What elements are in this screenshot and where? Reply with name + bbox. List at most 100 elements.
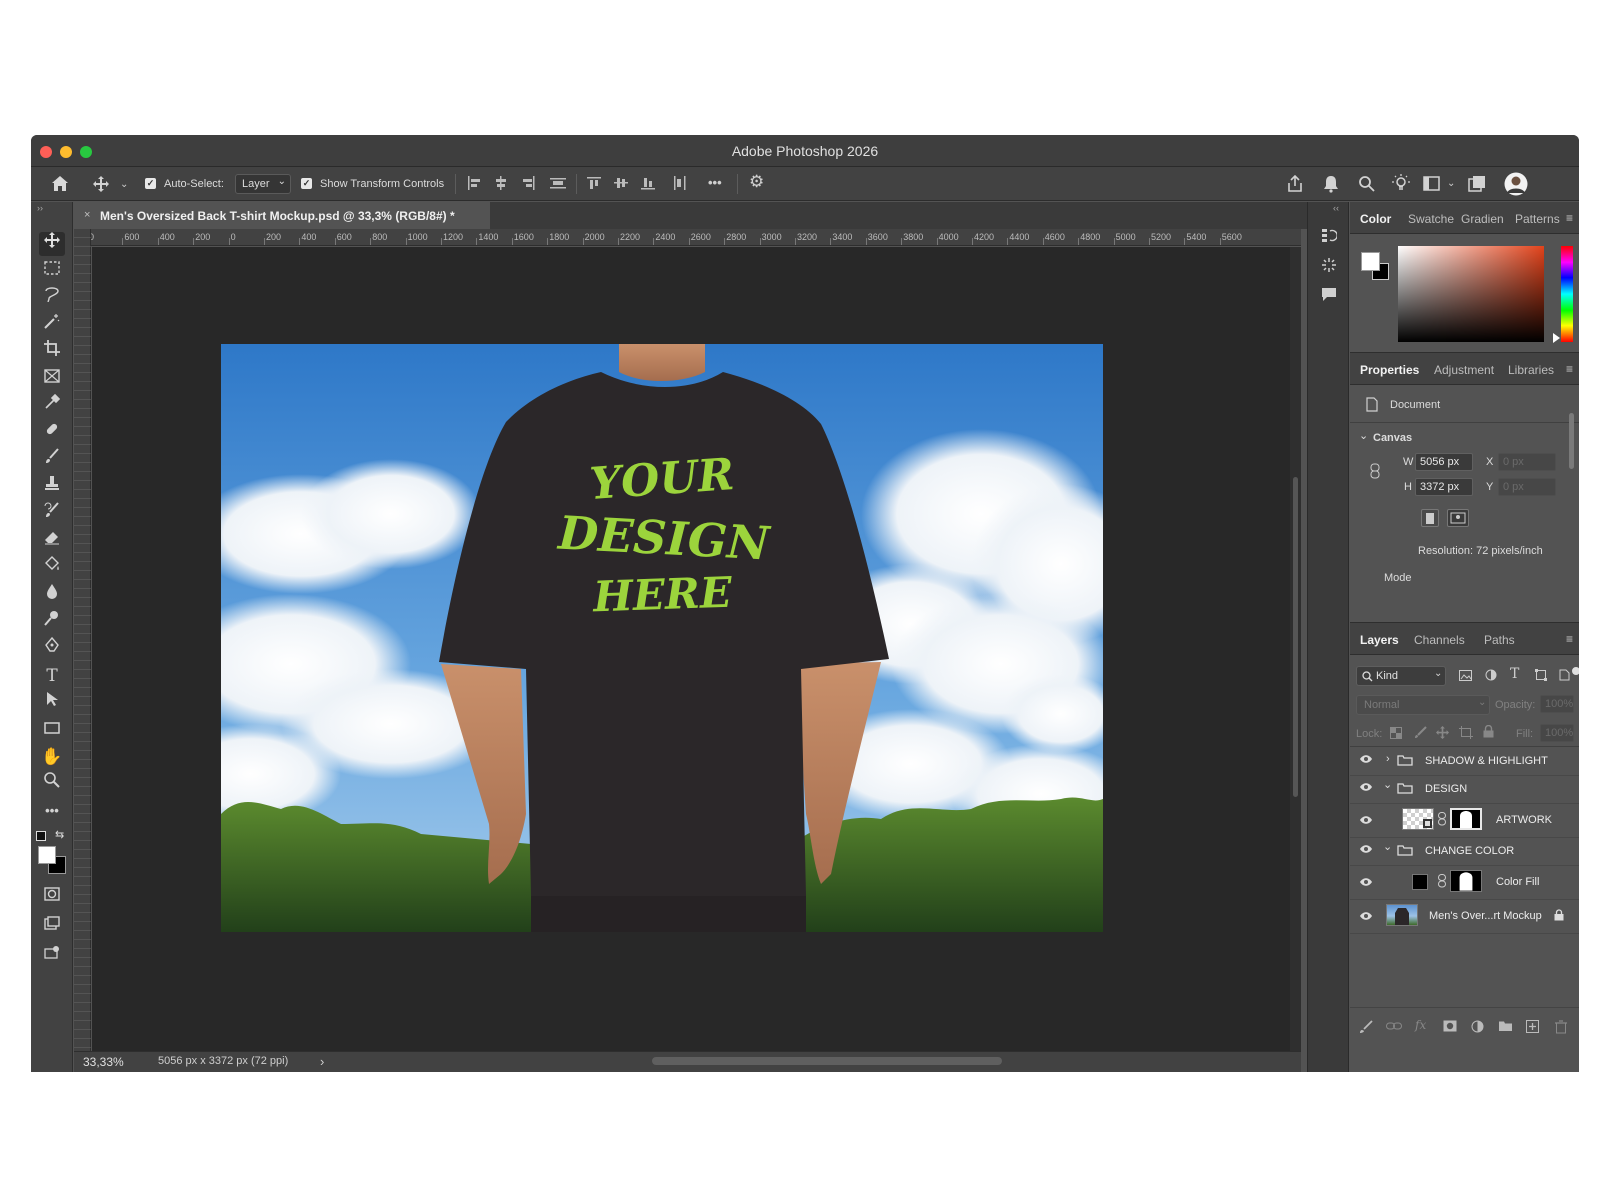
layer-row[interactable]: Men's Over...rt Mockup [1350, 900, 1579, 932]
layer-row[interactable]: Color Fill [1350, 866, 1579, 898]
fill-color-thumbnail[interactable] [1412, 874, 1428, 890]
link-icon[interactable] [1438, 812, 1446, 829]
align-bottom-icon[interactable] [641, 176, 655, 194]
align-right-icon[interactable] [521, 176, 535, 194]
auto-select-checkbox[interactable]: ✓ [145, 178, 156, 189]
align-top-icon[interactable] [587, 176, 601, 194]
blend-mode-dropdown[interactable]: Normal ⌄ [1356, 695, 1490, 715]
align-left-icon[interactable] [467, 176, 481, 194]
filter-toggle[interactable] [1572, 667, 1579, 675]
move-tool-button[interactable] [39, 232, 65, 256]
tab-color[interactable]: Color [1360, 212, 1391, 226]
layer-mask-thumbnail[interactable] [1450, 808, 1482, 830]
visibility-eye-icon[interactable] [1359, 753, 1373, 767]
healing-brush-tool-button[interactable] [39, 421, 65, 445]
lock-pixels-icon[interactable] [1414, 726, 1427, 742]
rectangle-tool-button[interactable] [39, 718, 65, 742]
visibility-eye-icon[interactable] [1359, 876, 1373, 890]
visibility-eye-icon[interactable] [1359, 843, 1373, 857]
tab-swatches[interactable]: Swatche [1408, 212, 1454, 226]
layer-row[interactable]: ⌄ CHANGE COLOR [1350, 838, 1579, 864]
lasso-tool-button[interactable] [39, 286, 65, 310]
expand-toolbar-icon[interactable]: ›› [37, 203, 43, 213]
align-middle-icon[interactable] [614, 176, 628, 194]
panel-menu-icon[interactable]: ≡ [1566, 632, 1573, 646]
visibility-eye-icon[interactable] [1359, 781, 1373, 795]
hand-tool-button[interactable]: ✋ [39, 745, 65, 769]
history-icon[interactable] [1321, 227, 1338, 247]
canvas-area[interactable]: YOUR DESIGN HERE [92, 247, 1290, 1051]
distribute-vertical-icon[interactable] [673, 176, 687, 194]
pen-tool-button[interactable] [39, 636, 65, 661]
document-image[interactable]: YOUR DESIGN HERE [221, 344, 1103, 932]
trash-icon[interactable] [1555, 1020, 1567, 1037]
lock-transparent-icon[interactable] [1390, 727, 1402, 742]
type-tool-button[interactable]: T [39, 664, 65, 688]
more-tools-button[interactable]: ••• [39, 799, 65, 823]
layer-row[interactable]: › SHADOW & HIGHLIGHT [1350, 748, 1579, 774]
screen-mode-button[interactable] [39, 914, 65, 938]
comments-icon[interactable] [1321, 286, 1337, 306]
document-tab[interactable]: × Men's Oversized Back T-shirt Mockup.ps… [74, 202, 490, 229]
tab-channels[interactable]: Channels [1414, 633, 1465, 647]
add-mask-icon[interactable] [1443, 1020, 1457, 1035]
panel-menu-icon[interactable]: ≡ [1566, 211, 1573, 225]
quick-mask-button[interactable] [39, 885, 65, 909]
tab-paths[interactable]: Paths [1484, 633, 1515, 647]
brush-link-icon[interactable] [1359, 1020, 1373, 1037]
chevron-down-icon[interactable]: ⌄ [1447, 176, 1455, 192]
chevron-right-icon[interactable]: › [1386, 753, 1390, 765]
avatar[interactable] [1504, 172, 1528, 200]
default-colors-icon[interactable] [36, 831, 46, 841]
filter-smart-object-icon[interactable] [1559, 669, 1570, 684]
swap-colors-icon[interactable]: ⇆ [55, 828, 64, 841]
foreground-color-swatch[interactable] [38, 846, 56, 864]
filter-type-icon[interactable]: T [1510, 666, 1519, 682]
tab-properties[interactable]: Properties [1360, 363, 1419, 377]
lock-position-icon[interactable] [1436, 726, 1449, 742]
vertical-scrollbar[interactable] [1290, 247, 1301, 1051]
fx-icon[interactable]: fx [1415, 1018, 1426, 1032]
lock-all-icon[interactable] [1483, 724, 1494, 741]
frame-tool-button[interactable] [39, 367, 65, 391]
adjustment-layer-icon[interactable] [1471, 1020, 1484, 1036]
auto-select-dropdown[interactable]: Layer ⌄ [235, 174, 291, 194]
link-icon[interactable] [1370, 463, 1380, 482]
layer-row[interactable]: ⌄ DESIGN [1350, 776, 1579, 802]
link-icon[interactable] [1438, 874, 1446, 891]
filter-pixel-icon[interactable] [1459, 670, 1472, 684]
distribute-icon[interactable] [550, 176, 566, 194]
tab-libraries[interactable]: Libraries [1508, 363, 1554, 377]
portrait-orientation-button[interactable] [1421, 509, 1439, 527]
filter-shape-icon[interactable] [1535, 669, 1547, 684]
history-brush-tool-button[interactable] [39, 502, 65, 526]
arrange-icon[interactable] [1468, 175, 1486, 196]
visibility-eye-icon[interactable] [1359, 910, 1373, 924]
layer-row[interactable]: ARTWORK [1350, 804, 1579, 836]
tab-layers[interactable]: Layers [1360, 633, 1399, 647]
close-icon[interactable]: × [84, 209, 90, 221]
visibility-eye-icon[interactable] [1359, 814, 1373, 828]
blur-tool-button[interactable] [39, 583, 65, 607]
edit-toolbar-button[interactable] [39, 943, 65, 967]
brush-tool-button[interactable] [39, 448, 65, 472]
chevron-down-icon[interactable]: ⌄ [1383, 840, 1392, 853]
align-center-icon[interactable] [494, 176, 508, 194]
landscape-orientation-button[interactable] [1447, 509, 1469, 527]
x-field[interactable]: 0 px [1498, 453, 1556, 471]
height-field[interactable]: 3372 px [1415, 478, 1473, 496]
link-layers-icon[interactable] [1386, 1020, 1402, 1035]
tab-adjustments[interactable]: Adjustment [1434, 363, 1494, 377]
eyedropper-tool-button[interactable] [39, 393, 65, 418]
lock-artboard-icon[interactable] [1459, 726, 1473, 742]
panel-menu-icon[interactable]: ≡ [1566, 362, 1573, 376]
share-icon[interactable] [1286, 174, 1304, 197]
move-tool-icon[interactable] [93, 176, 109, 196]
zoom-tool-button[interactable] [39, 772, 65, 796]
path-selection-tool-button[interactable] [39, 691, 65, 715]
collapse-dock-icon[interactable]: ‹‹ [1333, 203, 1339, 213]
lightbulb-icon[interactable] [1392, 174, 1410, 197]
horizontal-scroll-thumb[interactable] [652, 1057, 1002, 1065]
width-field[interactable]: 5056 px [1415, 453, 1473, 471]
zoom-level[interactable]: 33,33% [83, 1055, 124, 1069]
